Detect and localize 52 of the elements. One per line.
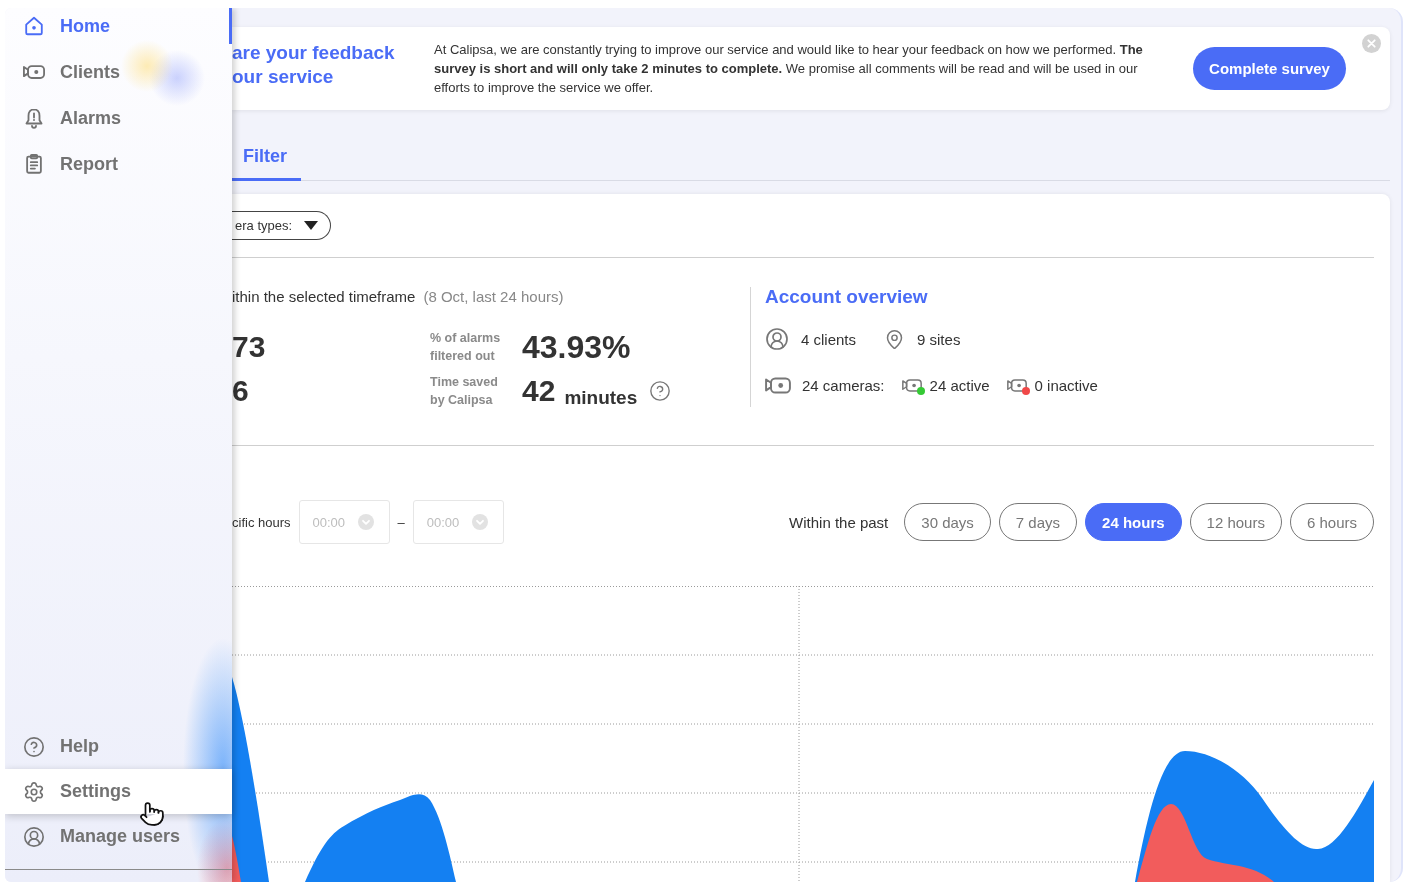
time-range-button[interactable]: 24 hours	[1085, 503, 1182, 541]
clipboard-icon	[23, 153, 45, 175]
metric-label: Time saved by Calipsa	[430, 374, 499, 409]
section-title: Account overview	[765, 287, 929, 307]
range-separator: –	[397, 514, 405, 530]
sidebar-item[interactable]: Manage users	[5, 814, 232, 859]
sidebar-item[interactable]: Help	[5, 724, 232, 769]
sidebar-item[interactable]: Report	[5, 146, 232, 182]
chevron-down-icon	[357, 514, 374, 530]
time-input[interactable]: 00:00	[412, 500, 504, 544]
camera-type-dropdown[interactable]: era types:	[232, 211, 332, 240]
feedback-message: At Calipsa, we are constantly trying to improve our service and would like to hear your feedback on how we performed. The survey is short and will only take 2 minutes to complete. We promise all comments will be read and will be used in our efforts to improve the service we offer.	[434, 41, 1144, 97]
time-range-button[interactable]: 6 hours	[1289, 503, 1374, 541]
bell-icon	[23, 107, 45, 129]
summary-heading: ithin the selected timeframe	[232, 287, 416, 307]
camera-stat: 24 cameras:	[802, 376, 885, 394]
camera-stat: 0 inactive	[1034, 376, 1098, 394]
metric-label: % of alarms filtered out	[430, 330, 502, 365]
range-label: Within the past	[789, 513, 889, 531]
chevron-down-icon	[471, 514, 488, 530]
time-range-button[interactable]: 30 days	[904, 503, 991, 541]
user-icon	[765, 327, 789, 351]
stat-value: 73	[232, 330, 266, 364]
period-label: (8 Oct, last 24 hours)	[423, 287, 564, 307]
sidebar-item[interactable]: Alarms	[5, 100, 232, 136]
time-range-button[interactable]: 7 days	[998, 503, 1078, 541]
sidebar-item[interactable]: Settings	[5, 769, 232, 814]
camera-icon	[901, 378, 922, 392]
caret-down-icon	[304, 221, 319, 230]
user-icon	[23, 825, 45, 848]
hand-cursor-icon	[139, 801, 165, 827]
settings-icon	[23, 780, 45, 803]
tab[interactable]: Filter	[232, 135, 301, 181]
metric-value: 42	[522, 374, 556, 408]
overview-stat: 9 sites	[917, 330, 961, 348]
camera-icon	[765, 376, 791, 394]
home-icon	[23, 15, 45, 37]
metric-unit: minutes	[564, 387, 638, 409]
help-icon[interactable]	[649, 380, 672, 402]
complete-survey-button[interactable]: Complete survey	[1193, 47, 1346, 90]
camera-icon	[23, 64, 45, 80]
time-range-button[interactable]: 12 hours	[1189, 503, 1282, 541]
banner-title: are your feedback our service	[232, 40, 396, 89]
sidebar-item[interactable]: Clients	[5, 54, 232, 90]
camera-stat: 24 active	[929, 376, 990, 394]
help-icon	[23, 735, 45, 758]
hours-label: cific hours	[232, 514, 291, 530]
overview-stat: 4 clients	[801, 330, 857, 348]
time-input[interactable]: 00:00	[298, 500, 390, 544]
camera-icon	[1006, 378, 1027, 392]
metric-value: 43.93%	[522, 328, 631, 366]
stat-value: 6	[232, 374, 249, 408]
